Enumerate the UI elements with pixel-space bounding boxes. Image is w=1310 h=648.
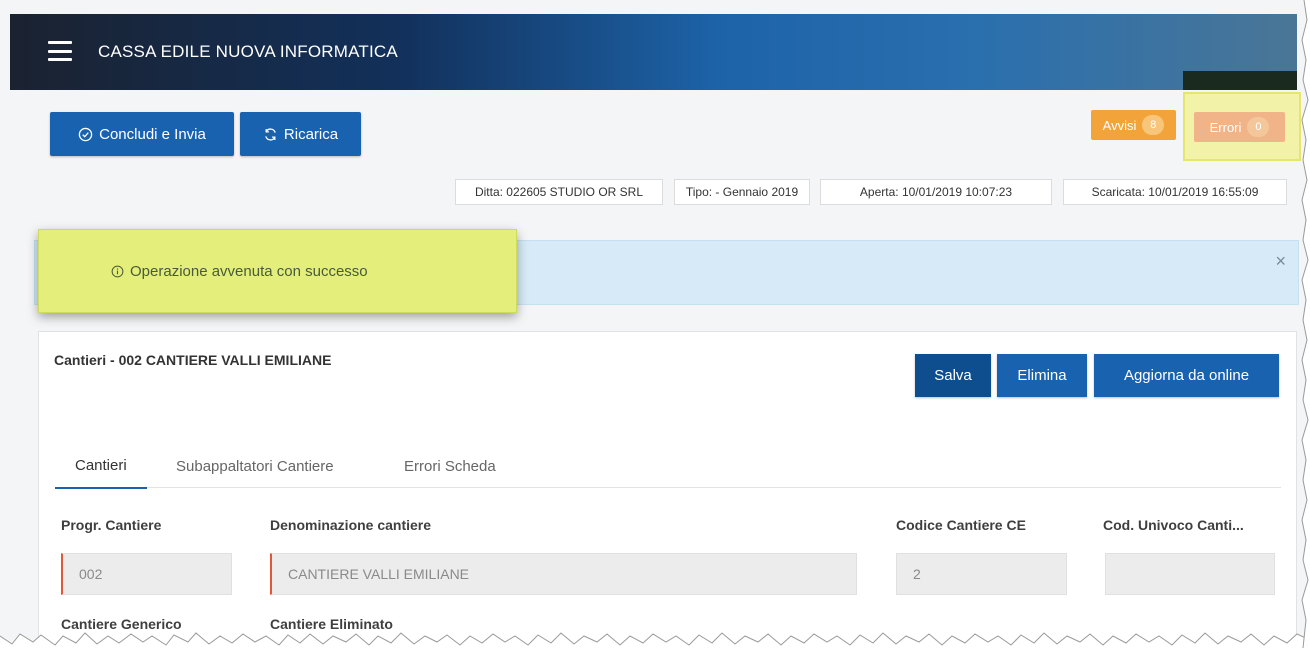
concludi-e-invia-label: Concludi e Invia (99, 125, 206, 143)
card-title: Cantieri - 002 CANTIERE VALLI EMILIANE (54, 352, 332, 368)
scaricata-chip: Scaricata: 10/01/2019 16:55:09 (1063, 179, 1287, 205)
aperta-chip: Aperta: 10/01/2019 10:07:23 (820, 179, 1052, 205)
close-icon[interactable]: × (1275, 251, 1286, 272)
salva-button[interactable]: Salva (915, 354, 991, 397)
page: CASSA EDILE NUOVA INFORMATICA Concludi e… (0, 0, 1310, 648)
tab-cantieri[interactable]: Cantieri (55, 444, 147, 489)
torn-right-edge-decoration (1301, 0, 1310, 648)
codice-cantiere-ce-label: Codice Cantiere CE (896, 517, 1026, 533)
avvisi-count-badge: 8 (1142, 115, 1165, 135)
progr-cantiere-field[interactable]: 002 (61, 553, 232, 595)
errori-count-badge: 0 (1247, 117, 1270, 137)
avvisi-label: Avvisi (1102, 117, 1137, 133)
tab-subappaltatori-cantiere[interactable]: Subappaltatori Cantiere (176, 444, 334, 488)
ditta-chip: Ditta: 022605 STUDIO OR SRL (455, 179, 663, 205)
denominazione-cantiere-label: Denominazione cantiere (270, 517, 432, 533)
info-circle-icon (111, 265, 124, 277)
torn-edge-decoration (0, 632, 1310, 648)
elimina-button[interactable]: Elimina (997, 354, 1087, 397)
concludi-e-invia-button[interactable]: Concludi e Invia (50, 112, 234, 156)
errori-button[interactable]: Errori 0 (1194, 112, 1285, 142)
avvisi-button[interactable]: Avvisi 8 (1091, 110, 1176, 140)
cod-univoco-cantiere-field[interactable] (1105, 553, 1275, 595)
header-decoration (1183, 71, 1297, 90)
codice-cantiere-ce-field[interactable]: 2 (896, 553, 1067, 595)
aggiorna-da-online-button[interactable]: Aggiorna da online (1094, 354, 1279, 397)
denominazione-cantiere-field[interactable]: CANTIERE VALLI EMILIANE (270, 553, 857, 595)
cantiere-card: Cantieri - 002 CANTIERE VALLI EMILIANE S… (38, 331, 1297, 648)
hamburger-menu-icon[interactable] (48, 41, 72, 61)
app-title: CASSA EDILE NUOVA INFORMATICA (98, 42, 398, 61)
tab-bar: Cantieri Subappaltatori Cantiere Errori … (55, 444, 1281, 489)
success-message: Operazione avvenuta con successo (38, 229, 517, 313)
refresh-icon (265, 127, 276, 141)
app-header: CASSA EDILE NUOVA INFORMATICA (10, 14, 1297, 90)
tab-errori-scheda[interactable]: Errori Scheda (404, 444, 496, 488)
success-message-text: Operazione avvenuta con successo (130, 262, 368, 280)
tipo-chip: Tipo: - Gennaio 2019 (674, 179, 810, 205)
progr-cantiere-label: Progr. Cantiere (61, 517, 162, 533)
ricarica-label: Ricarica (283, 125, 339, 143)
errori-label: Errori (1209, 119, 1242, 135)
cod-univoco-cantiere-label: Cod. Univoco Canti... (1103, 517, 1244, 533)
ricarica-button[interactable]: Ricarica (240, 112, 361, 156)
check-circle-icon (78, 127, 93, 141)
